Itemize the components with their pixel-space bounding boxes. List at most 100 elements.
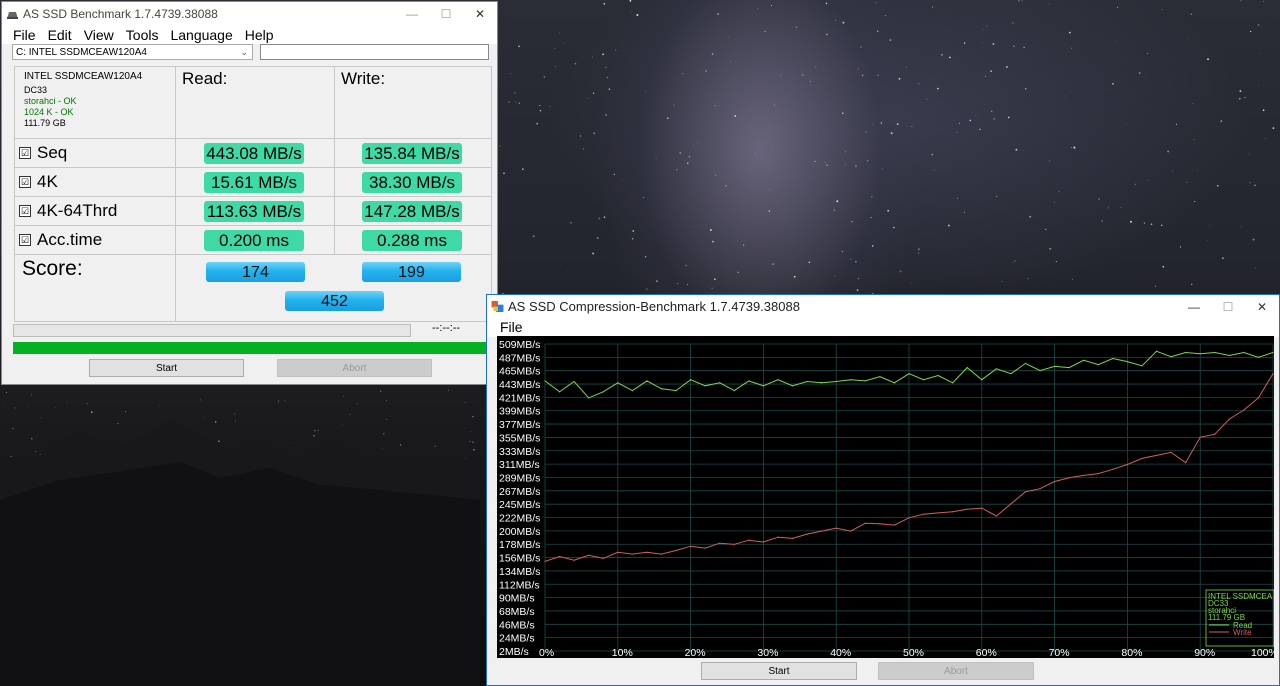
series-read-point bbox=[762, 385, 764, 387]
comp-close-button[interactable]: ✕ bbox=[1245, 295, 1279, 319]
series-read-point bbox=[660, 388, 663, 390]
series-read-point bbox=[1010, 373, 1012, 375]
x-tick-label: 20% bbox=[685, 647, 706, 658]
checkbox-4k[interactable]: ☑ bbox=[19, 176, 31, 188]
series-write-point bbox=[1126, 463, 1128, 466]
series-read-point bbox=[588, 397, 590, 399]
series-read-point bbox=[675, 390, 677, 392]
4k-write-value: 38.30 MB/s bbox=[362, 172, 462, 193]
series-write-point bbox=[821, 530, 823, 532]
comp-abort-button[interactable]: Abort bbox=[878, 662, 1034, 680]
y-tick-label: 377MB/s bbox=[499, 419, 540, 431]
series-write-point bbox=[879, 523, 881, 525]
y-tick-label: 289MB/s bbox=[499, 472, 540, 484]
series-write-point bbox=[966, 508, 968, 510]
y-tick-label: 465MB/s bbox=[499, 366, 540, 378]
series-write-point bbox=[1068, 477, 1070, 479]
menu-language[interactable]: Language bbox=[164, 27, 238, 43]
series-write-point bbox=[704, 547, 706, 549]
drive-driver-status: storahci - OK bbox=[24, 96, 77, 106]
x-tick-label: 80% bbox=[1121, 647, 1142, 658]
abort-button[interactable]: Abort bbox=[277, 359, 432, 377]
row-acc-time[interactable]: ☑ Acc.time bbox=[14, 225, 176, 255]
comp-menu-bar: File bbox=[487, 317, 1279, 337]
y-tick-label: 421MB/s bbox=[499, 392, 540, 404]
series-read-point bbox=[1170, 356, 1172, 358]
series-read-point bbox=[1126, 360, 1128, 363]
comp-menu-file[interactable]: File bbox=[487, 319, 529, 335]
series-read-point bbox=[558, 391, 561, 393]
menu-tools[interactable]: Tools bbox=[120, 27, 165, 43]
y-tick-label: 245MB/s bbox=[499, 499, 540, 511]
drive-text-field[interactable] bbox=[260, 44, 489, 60]
score-total: 452 bbox=[285, 291, 384, 311]
seq-read-value: 443.08 MB/s bbox=[204, 143, 304, 164]
series-read-point bbox=[922, 379, 925, 381]
acc-time-read-cell: 0.200 ms bbox=[175, 225, 335, 255]
row-4k[interactable]: ☑ 4K bbox=[14, 167, 176, 197]
chevron-down-icon: ⌄ bbox=[240, 47, 248, 57]
4k-write-cell: 38.30 MB/s bbox=[334, 167, 492, 197]
window-title: AS SSD Benchmark 1.7.4739.38088 bbox=[23, 7, 218, 21]
series-write-point bbox=[937, 512, 939, 514]
series-write-point bbox=[1243, 409, 1245, 411]
seq-write-value: 135.84 MB/s bbox=[362, 143, 462, 164]
menu-edit[interactable]: Edit bbox=[42, 27, 78, 43]
series-write-point bbox=[1214, 433, 1216, 435]
drive-select[interactable]: C: INTEL SSDMCEAW120A4 ⌄ bbox=[12, 44, 253, 60]
x-tick-label: 10% bbox=[612, 647, 633, 658]
menu-view[interactable]: View bbox=[78, 27, 120, 43]
checkbox-4k-64thrd[interactable]: ☑ bbox=[19, 205, 31, 217]
series-write-point bbox=[588, 554, 590, 556]
series-read-point bbox=[908, 373, 910, 375]
elapsed-time: --:--:-- bbox=[432, 322, 461, 334]
checkbox-seq[interactable]: ☑ bbox=[19, 147, 31, 159]
series-write-point bbox=[733, 543, 735, 546]
series-write-point bbox=[864, 522, 866, 524]
start-button[interactable]: Start bbox=[89, 359, 244, 377]
drive-model: INTEL SSDMCEAW120A4 bbox=[24, 71, 143, 82]
comp-minimize-button[interactable]: — bbox=[1177, 295, 1211, 319]
series-write-point bbox=[573, 559, 575, 561]
x-tick-label: 30% bbox=[757, 647, 778, 658]
y-tick-label: 222MB/s bbox=[499, 513, 540, 525]
acc-time-read-value: 0.200 ms bbox=[204, 230, 304, 251]
minimize-button[interactable]: — bbox=[395, 2, 429, 26]
write-column-header: Write: bbox=[334, 66, 492, 139]
series-read-point bbox=[1068, 367, 1070, 369]
comp-start-button[interactable]: Start bbox=[701, 662, 857, 680]
menu-help[interactable]: Help bbox=[239, 27, 280, 43]
series-write-point bbox=[952, 511, 954, 513]
menu-file[interactable]: File bbox=[2, 27, 42, 43]
series-read-point bbox=[573, 380, 575, 383]
series-read-point bbox=[1024, 362, 1027, 364]
y-tick-label: 200MB/s bbox=[499, 526, 540, 538]
legend-label-write: Write bbox=[1233, 628, 1252, 637]
drive-info-panel: INTEL SSDMCEAW120A4 DC33 storahci - OK 1… bbox=[14, 66, 176, 139]
comp-title-bar[interactable]: AS SSD Compression-Benchmark 1.7.4739.38… bbox=[487, 295, 1279, 317]
series-write-point bbox=[631, 553, 633, 555]
close-button[interactable]: ✕ bbox=[463, 2, 497, 26]
series-read-point bbox=[748, 380, 750, 382]
comp-maximize-button[interactable]: ☐ bbox=[1211, 295, 1245, 319]
series-write-point bbox=[748, 539, 750, 541]
row-4k-64thrd[interactable]: ☑ 4K-64Thrd bbox=[14, 196, 176, 226]
series-read-point bbox=[806, 380, 808, 383]
score-label: Score: bbox=[14, 254, 176, 322]
acc-time-write-value: 0.288 ms bbox=[362, 230, 462, 251]
series-read-point bbox=[690, 379, 692, 381]
y-tick-label: 311MB/s bbox=[499, 459, 540, 471]
title-bar[interactable]: AS SSD Benchmark 1.7.4739.38088 — ☐ ✕ bbox=[2, 2, 497, 26]
series-read-point bbox=[719, 382, 721, 384]
x-tick-label: 70% bbox=[1049, 647, 1070, 658]
y-tick-label: 134MB/s bbox=[499, 566, 540, 578]
score-write: 199 bbox=[362, 262, 461, 282]
series-write-point bbox=[1024, 491, 1027, 493]
checkbox-acc-time[interactable]: ☑ bbox=[19, 234, 31, 246]
maximize-button[interactable]: ☐ bbox=[429, 2, 463, 26]
row-seq[interactable]: ☑ Seq bbox=[14, 138, 176, 168]
y-tick-label: 443MB/s bbox=[499, 379, 540, 391]
y-tick-label: 2MB/s bbox=[499, 646, 529, 658]
series-read-point bbox=[1199, 353, 1201, 355]
series-write-point bbox=[1054, 480, 1056, 483]
